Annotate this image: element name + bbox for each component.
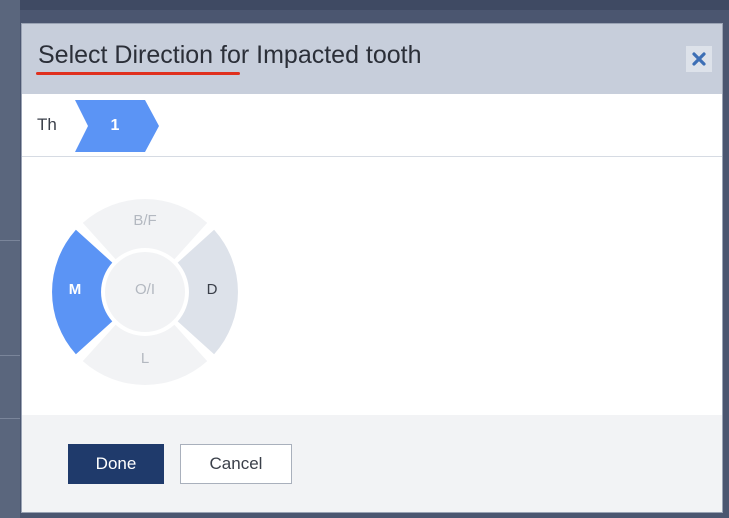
backdrop-edge-left [0,0,20,518]
breadcrumb-item-active[interactable]: 1 [75,100,160,152]
dialog-footer: Done Cancel [22,415,722,512]
close-icon [692,52,706,66]
breadcrumb-item-th[interactable]: Th [37,115,57,135]
backdrop-divider [0,355,20,356]
dialog-header: Select Direction for Impacted tooth [22,24,722,94]
direction-label-oi: O/I [134,281,155,298]
cancel-button[interactable]: Cancel [180,444,292,484]
select-direction-dialog: Select Direction for Impacted tooth Th 1 [22,24,722,512]
done-button[interactable]: Done [68,444,164,484]
close-button[interactable] [686,46,712,72]
breadcrumb: Th 1 [22,94,722,157]
direction-label-m: M [68,281,82,298]
direction-label-l: L [140,350,150,367]
dialog-title: Select Direction for Impacted tooth [38,41,422,69]
backdrop-edge-top [0,0,729,10]
direction-label-bf: B/F [133,212,157,229]
backdrop-divider [0,418,20,419]
breadcrumb-active-label: 1 [110,117,120,134]
dialog-body: B/F M D L O/I [22,157,722,415]
backdrop-divider [0,240,20,241]
direction-label-d: D [206,281,218,298]
direction-segment-bf[interactable] [82,199,208,260]
direction-wheel: B/F M D L O/I [50,197,240,387]
spellcheck-underline [36,72,240,75]
